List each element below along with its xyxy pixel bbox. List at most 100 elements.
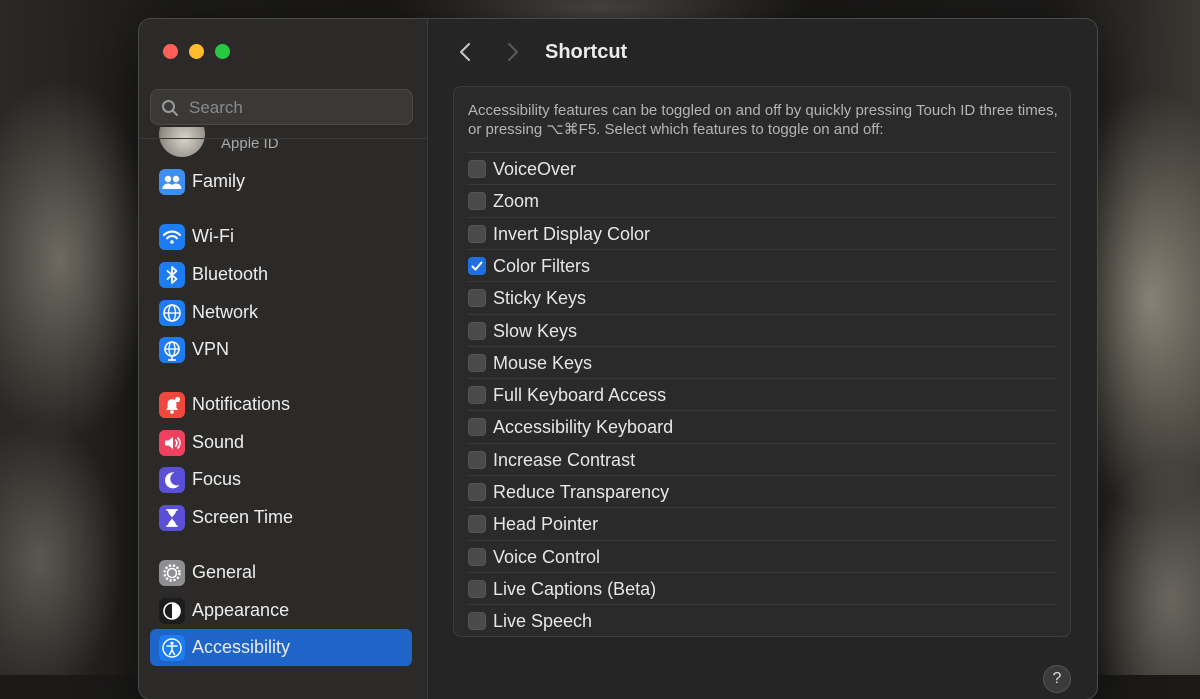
option-label: Live Captions (Beta) — [493, 578, 657, 599]
sidebar-item-label: Notifications — [192, 394, 291, 414]
sidebar-item-bluetooth[interactable]: Bluetooth — [150, 256, 412, 293]
option-label: Accessibility Keyboard — [493, 417, 674, 438]
option-row[interactable]: Full Keyboard Access — [468, 378, 1056, 411]
sidebar-item-network[interactable]: Network — [150, 294, 412, 331]
sidebar-item-label: Wi-Fi — [192, 226, 234, 246]
accessibility-icon — [159, 635, 185, 661]
bell-icon — [159, 392, 185, 418]
minimize-button[interactable] — [189, 44, 204, 59]
sidebar-item-label: Bluetooth — [192, 264, 269, 284]
checkbox[interactable] — [468, 321, 486, 340]
option-row[interactable]: Sticky Keys — [468, 281, 1056, 314]
option-label: Invert Display Color — [493, 223, 651, 244]
vpn-globe-icon — [159, 337, 185, 363]
option-label: Slow Keys — [493, 320, 578, 341]
sidebar-item-wifi[interactable]: Wi-Fi — [150, 218, 412, 255]
sidebar-item-appearance[interactable]: Appearance — [150, 592, 412, 629]
sidebar-item-label: Screen Time — [192, 507, 294, 527]
back-arrow-icon[interactable] — [456, 41, 476, 63]
option-label: Increase Contrast — [493, 449, 636, 470]
checkbox[interactable] — [468, 483, 486, 501]
hourglass-icon — [159, 505, 185, 531]
wifi-icon — [159, 224, 185, 250]
apple-id-avatar[interactable] — [159, 127, 205, 157]
option-row[interactable]: Live Captions (Beta) — [468, 571, 1056, 605]
search-input[interactable] — [187, 96, 401, 120]
checkmark-icon — [471, 261, 483, 271]
search-field[interactable] — [150, 89, 413, 125]
option-row[interactable]: Accessibility Keyboard — [468, 410, 1056, 443]
option-label: Sticky Keys — [493, 288, 587, 309]
sidebar-item-focus[interactable]: Focus — [150, 461, 412, 498]
forward-arrow-icon[interactable] — [502, 41, 522, 63]
sidebar-item-label: Sound — [192, 432, 245, 452]
window-controls — [163, 44, 230, 59]
option-row[interactable]: Head Pointer — [468, 507, 1056, 540]
checkbox[interactable] — [468, 515, 486, 534]
shortcut-description: Accessibility features can be toggled on… — [468, 102, 1058, 138]
checkbox[interactable] — [468, 160, 486, 178]
option-label: Live Speech — [493, 611, 593, 632]
search-icon — [162, 100, 178, 116]
speaker-icon — [159, 430, 185, 456]
sidebar-item-label: Family — [192, 171, 245, 191]
option-label: Color Filters — [493, 255, 591, 276]
globe-icon — [159, 300, 185, 326]
option-label: Mouse Keys — [493, 352, 593, 373]
close-button[interactable] — [163, 44, 178, 59]
bluetooth-icon — [159, 262, 185, 288]
option-label: Voice Control — [493, 546, 601, 567]
sidebar-item-sound[interactable]: Sound — [150, 424, 412, 461]
sidebar-item-label: General — [192, 562, 257, 582]
main-pane: Shortcut Accessibility features can be t… — [428, 19, 1097, 699]
option-label: Reduce Transparency — [493, 482, 670, 502]
option-row[interactable]: Reduce Transparency — [468, 475, 1056, 508]
checkbox[interactable] — [468, 256, 486, 275]
page-title: Shortcut — [545, 41, 628, 63]
sidebar-item-vpn[interactable]: VPN — [150, 331, 412, 368]
sidebar-item-label: Appearance — [192, 600, 290, 620]
option-row[interactable]: Mouse Keys — [468, 345, 1056, 379]
option-row[interactable]: Live Speech — [468, 604, 1056, 637]
option-label: Full Keyboard Access — [493, 385, 667, 406]
option-row[interactable]: Voice Control — [468, 539, 1056, 573]
checkbox[interactable] — [468, 579, 486, 598]
sidebar-item-screen-time[interactable]: Screen Time — [150, 499, 412, 536]
checkbox[interactable] — [468, 192, 486, 211]
gear-icon — [159, 560, 185, 586]
sidebar-item-general[interactable]: General — [150, 554, 412, 591]
sidebar: Apple ID Family Wi-Fi Bluetooth Network — [139, 19, 428, 699]
sidebar-item-family[interactable]: Family — [150, 163, 412, 200]
option-row[interactable]: VoiceOver — [468, 152, 1056, 185]
settings-window: Apple ID Family Wi-Fi Bluetooth Network — [139, 19, 1097, 699]
option-row[interactable]: Color Filters — [468, 248, 1056, 282]
sidebar-item-notifications[interactable]: Notifications — [150, 386, 412, 423]
sidebar-divider — [139, 138, 427, 139]
family-icon — [159, 169, 185, 195]
sidebar-item-label: Network — [192, 302, 259, 322]
checkbox[interactable] — [468, 289, 486, 308]
help-button[interactable]: ? — [1043, 665, 1071, 693]
option-row[interactable]: Invert Display Color — [468, 216, 1056, 250]
checkbox[interactable] — [468, 386, 486, 405]
option-row[interactable]: Increase Contrast — [468, 442, 1056, 476]
sidebar-item-label: VPN — [192, 339, 230, 359]
option-row[interactable]: Slow Keys — [468, 313, 1056, 347]
checkbox[interactable] — [468, 418, 486, 437]
checkbox[interactable] — [468, 450, 486, 469]
sidebar-item-label: Accessibility — [192, 637, 291, 657]
option-label: Head Pointer — [493, 514, 599, 535]
moon-icon — [159, 467, 185, 493]
sidebar-item-accessibility[interactable]: Accessibility — [150, 629, 412, 666]
option-row[interactable]: Zoom — [468, 184, 1056, 217]
option-label: Zoom — [493, 191, 540, 212]
zoom-button[interactable] — [215, 44, 230, 59]
checkbox[interactable] — [468, 353, 486, 372]
option-label: VoiceOver — [493, 159, 577, 179]
checkbox[interactable] — [468, 547, 486, 566]
appearance-icon — [159, 598, 185, 624]
checkbox[interactable] — [468, 224, 486, 243]
sidebar-item-label: Focus — [192, 469, 242, 489]
shortcut-options-panel: Accessibility features can be toggled on… — [453, 86, 1071, 637]
checkbox[interactable] — [468, 612, 486, 631]
